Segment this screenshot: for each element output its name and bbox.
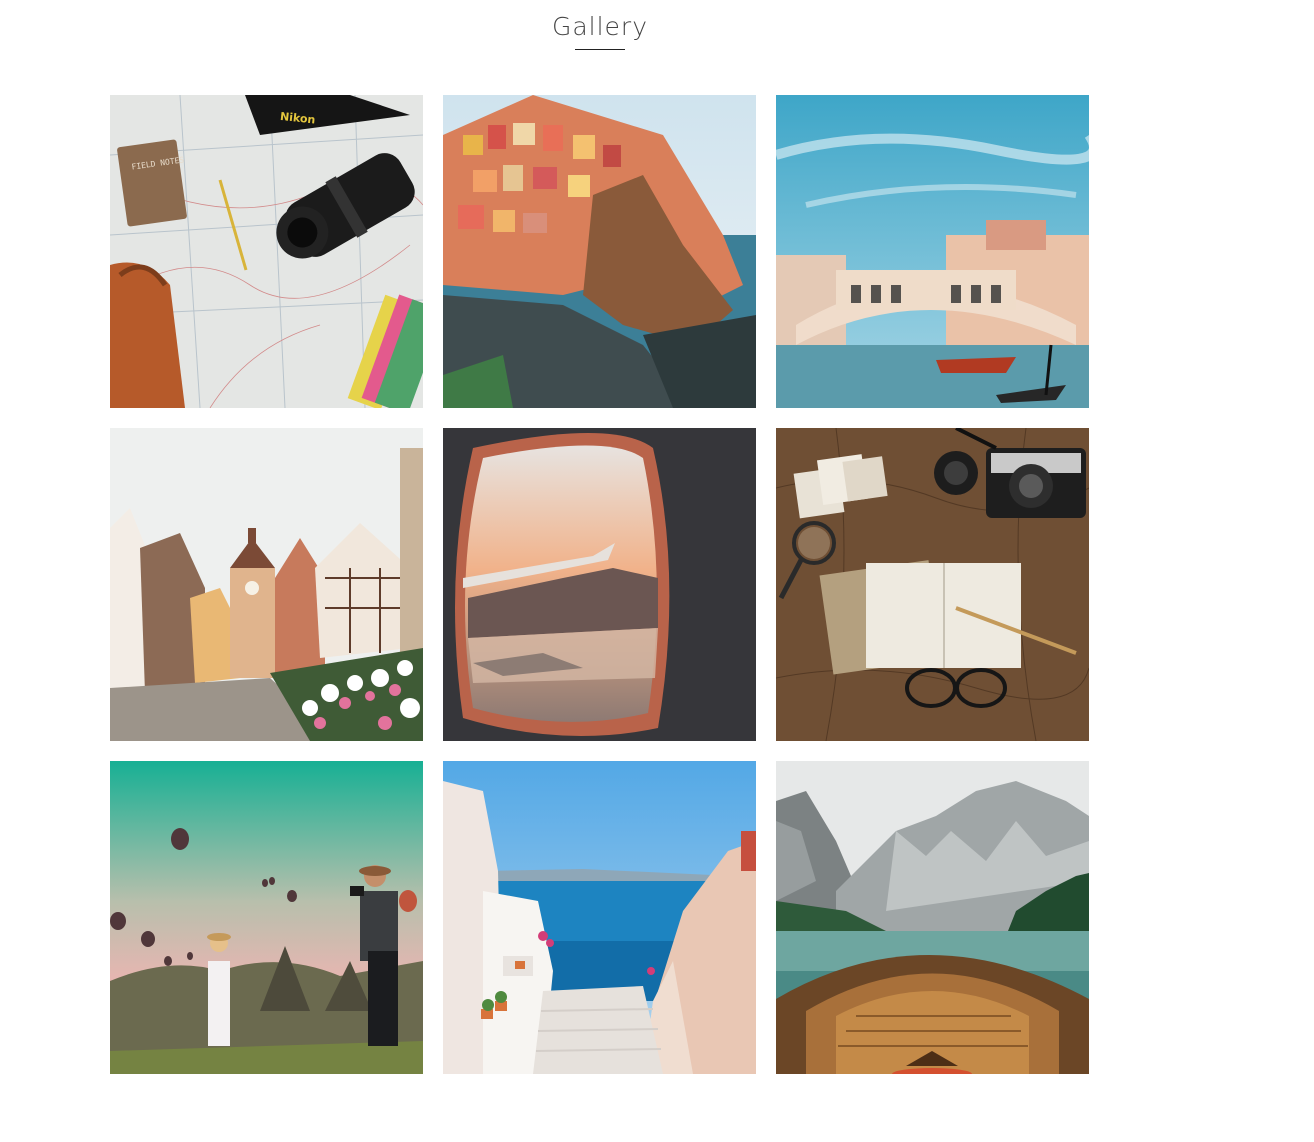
white-stairs-sea-photo	[443, 761, 756, 1074]
canal-bridge-photo	[776, 95, 1089, 408]
vintage-flatlay-photo	[776, 428, 1089, 741]
gallery-image-white-stairs-sea[interactable]	[443, 761, 756, 1074]
map-camera-photo: FIELD NOTES Nikon	[110, 95, 423, 408]
gallery-title: Gallery	[551, 12, 649, 41]
cliff-village-photo	[443, 95, 756, 408]
gallery-image-cliff-village[interactable]	[443, 95, 756, 408]
boat-mountain-lake-photo	[776, 761, 1089, 1074]
gallery-image-boat-mountain-lake[interactable]	[776, 761, 1089, 1074]
hot-air-balloons-photo	[110, 761, 423, 1074]
gallery-image-canal-bridge[interactable]	[776, 95, 1089, 408]
old-town-street-photo	[110, 428, 423, 741]
gallery-grid: FIELD NOTES Nikon	[110, 95, 1089, 1074]
airplane-window-photo	[443, 428, 756, 741]
gallery-page: Gallery FIELD NOTES Nikon	[0, 0, 1314, 1142]
gallery-image-map-camera[interactable]: FIELD NOTES Nikon	[110, 95, 423, 408]
gallery-image-vintage-flatlay[interactable]	[776, 428, 1089, 741]
title-underline	[575, 49, 625, 50]
gallery-image-old-town-street[interactable]	[110, 428, 423, 741]
gallery-image-hot-air-balloons[interactable]	[110, 761, 423, 1074]
gallery-image-airplane-window[interactable]	[443, 428, 756, 741]
